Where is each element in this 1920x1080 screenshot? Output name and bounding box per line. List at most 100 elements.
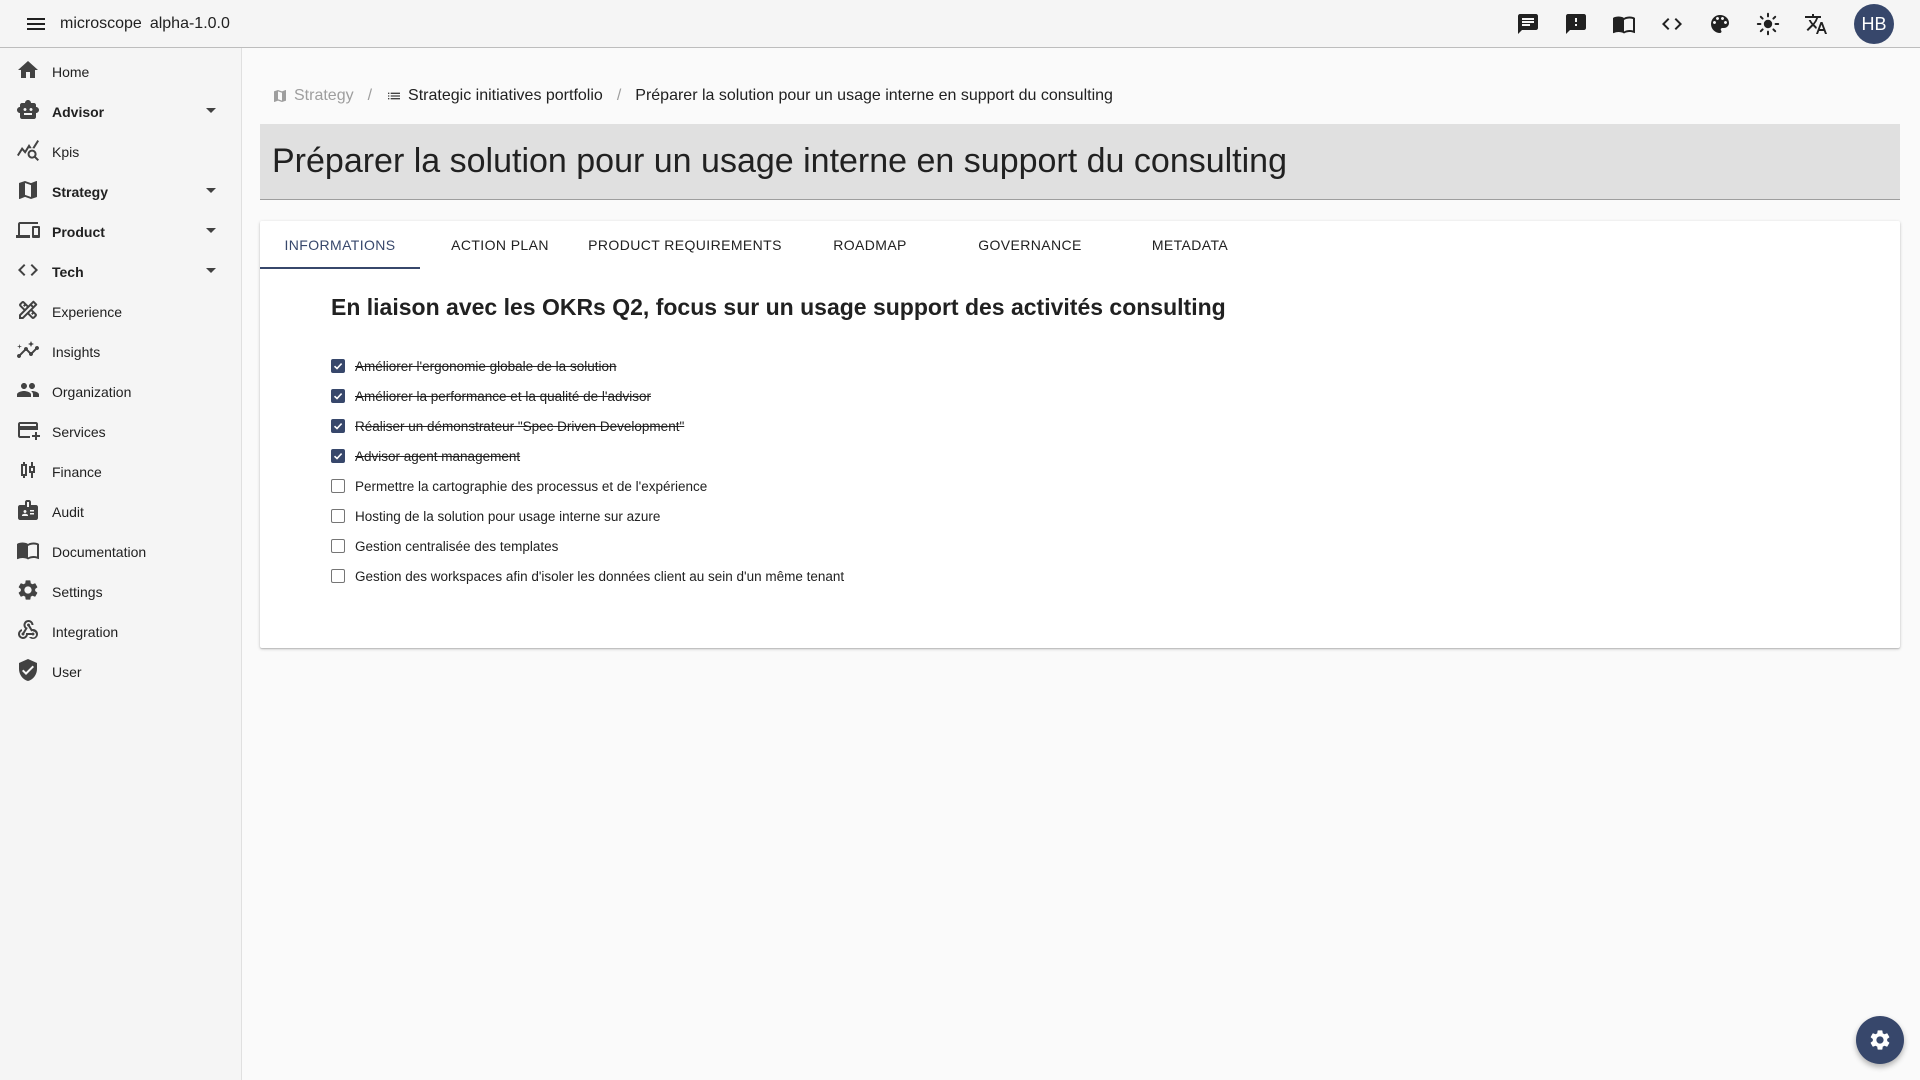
details-card: INFORMATIONS ACTION PLAN PRODUCT REQUIRE… — [260, 221, 1900, 648]
palette-icon[interactable] — [1696, 0, 1744, 48]
task-checkbox[interactable] — [331, 449, 345, 463]
feedback-icon[interactable] — [1552, 0, 1600, 48]
task-label: Gestion des workspaces afin d'isoler les… — [355, 568, 845, 584]
task-checkbox[interactable] — [331, 539, 345, 553]
tab-bar: INFORMATIONS ACTION PLAN PRODUCT REQUIRE… — [260, 221, 1270, 269]
task-item: Permettre la cartographie des processus … — [331, 471, 844, 501]
sidebar-item-experience[interactable]: Experience — [0, 292, 241, 332]
page-title: Préparer la solution pour un usage inter… — [272, 142, 1288, 180]
app-bar: microscope alpha-1.0.0 HB — [0, 0, 1920, 48]
sidebar-item-strategy[interactable]: Strategy — [0, 172, 241, 212]
task-checkbox[interactable] — [331, 389, 345, 403]
task-checkbox[interactable] — [331, 479, 345, 493]
sidebar-item-home[interactable]: Home — [0, 52, 241, 92]
sidebar-item-finance[interactable]: Finance — [0, 452, 241, 492]
breadcrumb-label: Préparer la solution pour un usage inter… — [635, 87, 1113, 104]
tab-action-plan[interactable]: ACTION PLAN — [420, 221, 580, 269]
gear-icon — [16, 578, 40, 607]
list-icon — [388, 92, 401, 100]
sidebar-item-user[interactable]: User — [0, 652, 241, 692]
sidebar-item-label: Integration — [52, 624, 119, 640]
task-label: Gestion centralisée des templates — [355, 538, 559, 554]
query-stats-icon — [16, 138, 40, 167]
sidebar: Home Advisor Kpis Strategy Product Tech … — [0, 48, 242, 1080]
app-name: microscope — [60, 14, 142, 32]
sidebar-item-integration[interactable]: Integration — [0, 612, 241, 652]
tab-governance[interactable]: GOVERNANCE — [950, 221, 1110, 269]
sidebar-item-product[interactable]: Product — [0, 212, 241, 252]
sidebar-item-insights[interactable]: Insights — [0, 332, 241, 372]
task-label: Hosting de la solution pour usage intern… — [355, 508, 661, 524]
sidebar-item-label: Advisor — [52, 104, 105, 120]
task-checkbox[interactable] — [331, 569, 345, 583]
breadcrumb-label: Strategic initiatives portfolio — [408, 87, 603, 104]
task-checkbox[interactable] — [331, 359, 345, 373]
sidebar-item-label: Tech — [52, 264, 84, 280]
breadcrumb-item-current: Préparer la solution pour un usage inter… — [635, 87, 1113, 105]
menu-book-icon — [16, 538, 40, 567]
settings-fab[interactable] — [1856, 1016, 1904, 1064]
app-version: alpha-1.0.0 — [149, 14, 230, 32]
task-item: Hosting de la solution pour usage intern… — [331, 501, 844, 531]
breadcrumb-item-portfolio[interactable]: Strategic initiatives portfolio — [386, 87, 603, 105]
task-label: Améliorer l'ergonomie globale de la solu… — [355, 358, 617, 374]
task-label: Advisor agent management — [355, 448, 521, 464]
sidebar-item-label: Kpis — [52, 144, 80, 160]
sidebar-item-documentation[interactable]: Documentation — [0, 532, 241, 572]
translate-icon[interactable] — [1792, 0, 1840, 48]
breadcrumb-separator: / — [616, 87, 622, 104]
task-item: Réaliser un démonstrateur "Spec Driven D… — [331, 411, 844, 441]
tab-roadmap[interactable]: ROADMAP — [790, 221, 950, 269]
breadcrumb-item-strategy[interactable]: Strategy — [272, 87, 354, 105]
avatar[interactable]: HB — [1854, 4, 1894, 44]
task-item: Gestion centralisée des templates — [331, 531, 844, 561]
candlestick-icon — [16, 458, 40, 487]
robot-icon — [16, 98, 40, 127]
task-item: Gestion des workspaces afin d'isoler les… — [331, 561, 844, 591]
sidebar-item-label: Finance — [52, 464, 102, 480]
brightness-icon[interactable] — [1744, 0, 1792, 48]
task-checkbox[interactable] — [331, 419, 345, 433]
sidebar-item-organization[interactable]: Organization — [0, 372, 241, 412]
caret-down-icon — [206, 228, 216, 233]
caret-down-icon — [206, 268, 216, 273]
tab-metadata[interactable]: METADATA — [1110, 221, 1270, 269]
sidebar-item-label: Documentation — [52, 544, 147, 560]
sidebar-item-services[interactable]: Services — [0, 412, 241, 452]
caret-down-icon — [206, 188, 216, 193]
sidebar-item-label: Product — [52, 224, 105, 240]
task-label: Améliorer la performance et la qualité d… — [355, 388, 651, 404]
task-label: Permettre la cartographie des processus … — [355, 478, 708, 494]
sidebar-item-label: Organization — [52, 384, 132, 400]
sidebar-item-label: Strategy — [52, 184, 109, 200]
sidebar-item-kpis[interactable]: Kpis — [0, 132, 241, 172]
docs-book-icon[interactable] — [1600, 0, 1648, 48]
chat-icon[interactable] — [1504, 0, 1552, 48]
sidebar-item-advisor[interactable]: Advisor — [0, 92, 241, 132]
breadcrumb-separator: / — [367, 87, 373, 104]
sidebar-item-audit[interactable]: Audit — [0, 492, 241, 532]
tab-product-requirements[interactable]: PRODUCT REQUIREMENTS — [580, 221, 790, 269]
sidebar-item-label: Experience — [52, 304, 123, 320]
breadcrumb-label: Strategy — [294, 87, 354, 104]
appbar-actions: HB — [1504, 0, 1920, 48]
design-tools-icon — [16, 298, 40, 327]
sidebar-item-label: User — [52, 664, 82, 680]
code-icon — [16, 258, 40, 287]
tab-informations[interactable]: INFORMATIONS — [260, 221, 420, 269]
page-title-box: Préparer la solution pour un usage inter… — [260, 124, 1900, 200]
shield-check-icon — [16, 658, 40, 687]
sidebar-item-tech[interactable]: Tech — [0, 252, 241, 292]
menu-icon[interactable] — [24, 12, 48, 36]
sidebar-item-settings[interactable]: Settings — [0, 572, 241, 612]
home-icon — [16, 58, 40, 87]
insights-icon — [16, 338, 40, 367]
people-icon — [16, 378, 40, 407]
task-checkbox[interactable] — [331, 509, 345, 523]
code-icon[interactable] — [1648, 0, 1696, 48]
map-icon — [16, 178, 40, 207]
audit-badge-icon — [16, 498, 40, 527]
sidebar-item-label: Home — [52, 64, 90, 80]
caret-down-icon — [206, 108, 216, 113]
section-heading: En liaison avec les OKRs Q2, focus sur u… — [331, 294, 1226, 320]
